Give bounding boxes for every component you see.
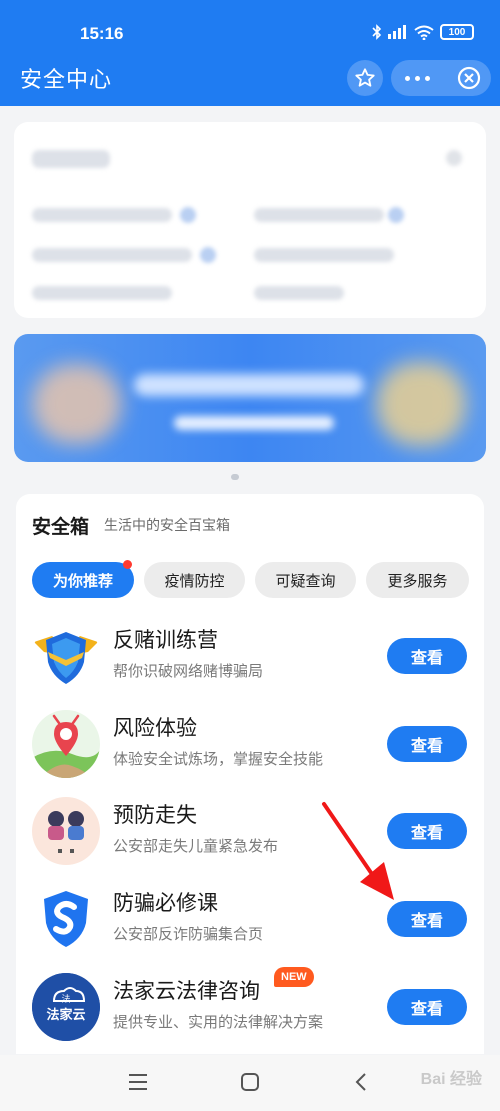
more-dot-icon — [414, 75, 420, 81]
blurred-text — [32, 248, 192, 262]
blurred-info-card — [14, 122, 486, 318]
shield-wings-icon — [32, 622, 100, 690]
miniapp-capsule — [391, 60, 491, 96]
banner-page-indicator — [231, 474, 239, 480]
blurred-text — [32, 286, 172, 300]
wifi-icon — [414, 25, 434, 40]
menu-icon[interactable] — [128, 1073, 148, 1091]
item-description: 公安部走失儿童紧急发布 — [113, 838, 279, 855]
blurred-text — [254, 286, 344, 300]
list-item[interactable]: 防骗必修课 公安部反诈防骗集合页 查看 — [16, 879, 484, 967]
signal-icon — [388, 25, 406, 39]
location-pin-landscape-icon — [32, 710, 100, 778]
notification-dot — [123, 560, 132, 569]
logo-text-bottom: 法家云 — [46, 1007, 85, 1023]
view-button[interactable]: 查看 — [387, 726, 467, 762]
banner-illustration — [376, 362, 466, 446]
tab-label: 更多服务 — [387, 572, 448, 590]
item-title: 风险体验 — [113, 717, 197, 740]
tab-label: 疫情防控 — [164, 572, 225, 590]
blurred-icon — [180, 207, 196, 223]
view-button[interactable]: 查看 — [387, 989, 467, 1025]
more-dot-icon — [404, 75, 410, 81]
list-item[interactable]: 风险体验 体验安全试炼场，掌握安全技能 查看 — [16, 704, 484, 792]
item-title: 防骗必修课 — [113, 892, 218, 915]
system-nav-bar: Bai 经验 — [0, 1055, 500, 1111]
item-description: 提供专业、实用的法律解决方案 — [113, 1014, 324, 1031]
status-icons: 100 — [372, 24, 474, 40]
list-item[interactable]: 法 法家云 法家云法律咨询 NEW 提供专业、实用的法律解决方案 查看 — [16, 967, 484, 1055]
status-bar: 15:16 100 — [0, 0, 500, 48]
bluetooth-icon — [372, 24, 382, 40]
logo-text-top: 法 — [61, 993, 70, 1005]
app-header: 安全中心 — [0, 48, 500, 106]
new-badge: NEW — [274, 967, 314, 987]
item-description: 体验安全试炼场，掌握安全技能 — [113, 751, 324, 768]
blurred-icon — [446, 150, 462, 166]
blurred-text — [32, 150, 110, 168]
page-title: 安全中心 — [20, 67, 113, 92]
item-title: 预防走失 — [113, 804, 197, 827]
tab-epidemic-control[interactable]: 疫情防控 — [144, 562, 245, 598]
blurred-text — [32, 208, 172, 222]
star-icon — [355, 68, 375, 87]
list-item[interactable]: 反赌训练营 帮你识破网络赌博骗局 查看 — [16, 616, 484, 704]
tab-label: 为你推荐 — [52, 572, 113, 590]
blurred-text — [254, 248, 394, 262]
close-button[interactable] — [457, 66, 481, 90]
home-icon[interactable] — [240, 1072, 260, 1092]
banner-blurred-subtitle — [174, 416, 334, 430]
shield-s-icon — [32, 885, 100, 953]
tab-label: 可疑查询 — [275, 572, 336, 590]
watermark: Bai 经验 — [420, 1071, 482, 1088]
favorite-button[interactable] — [347, 60, 383, 96]
status-time: 15:16 — [80, 24, 124, 43]
more-dot-icon — [424, 75, 430, 81]
more-button[interactable] — [391, 60, 443, 96]
battery-indicator: 100 — [440, 24, 474, 40]
tab-more-services[interactable]: 更多服务 — [366, 562, 469, 598]
safety-box-card: 安全箱 生活中的安全百宝箱 为你推荐 疫情防控 可疑查询 更多服务 反赌训练营 … — [16, 494, 484, 1054]
item-title: 法家云法律咨询 — [113, 980, 260, 1003]
banner-illustration — [32, 364, 122, 444]
blurred-icon — [388, 207, 404, 223]
tab-suspicious-query[interactable]: 可疑查询 — [255, 562, 356, 598]
fajiayun-logo-icon: 法 法家云 — [32, 973, 100, 1041]
list-item[interactable]: 预防走失 公安部走失儿童紧急发布 查看 — [16, 791, 484, 879]
promo-banner[interactable] — [14, 334, 486, 462]
view-button[interactable]: 查看 — [387, 638, 467, 674]
tab-recommended[interactable]: 为你推荐 — [32, 560, 134, 598]
blurred-text — [254, 208, 384, 222]
section-title: 安全箱 — [32, 517, 90, 538]
banner-blurred-title — [134, 374, 364, 396]
item-title: 反赌训练营 — [113, 629, 218, 652]
children-illustration-icon — [32, 797, 100, 865]
red-arrow-annotation — [322, 802, 394, 900]
section-subtitle: 生活中的安全百宝箱 — [104, 517, 230, 533]
top-bar: 15:16 100 安全中心 — [0, 0, 500, 106]
back-icon[interactable] — [354, 1072, 368, 1092]
item-description: 帮你识破网络赌博骗局 — [113, 663, 264, 680]
item-description: 公安部反诈防骗集合页 — [113, 926, 264, 943]
blurred-icon — [200, 247, 216, 263]
